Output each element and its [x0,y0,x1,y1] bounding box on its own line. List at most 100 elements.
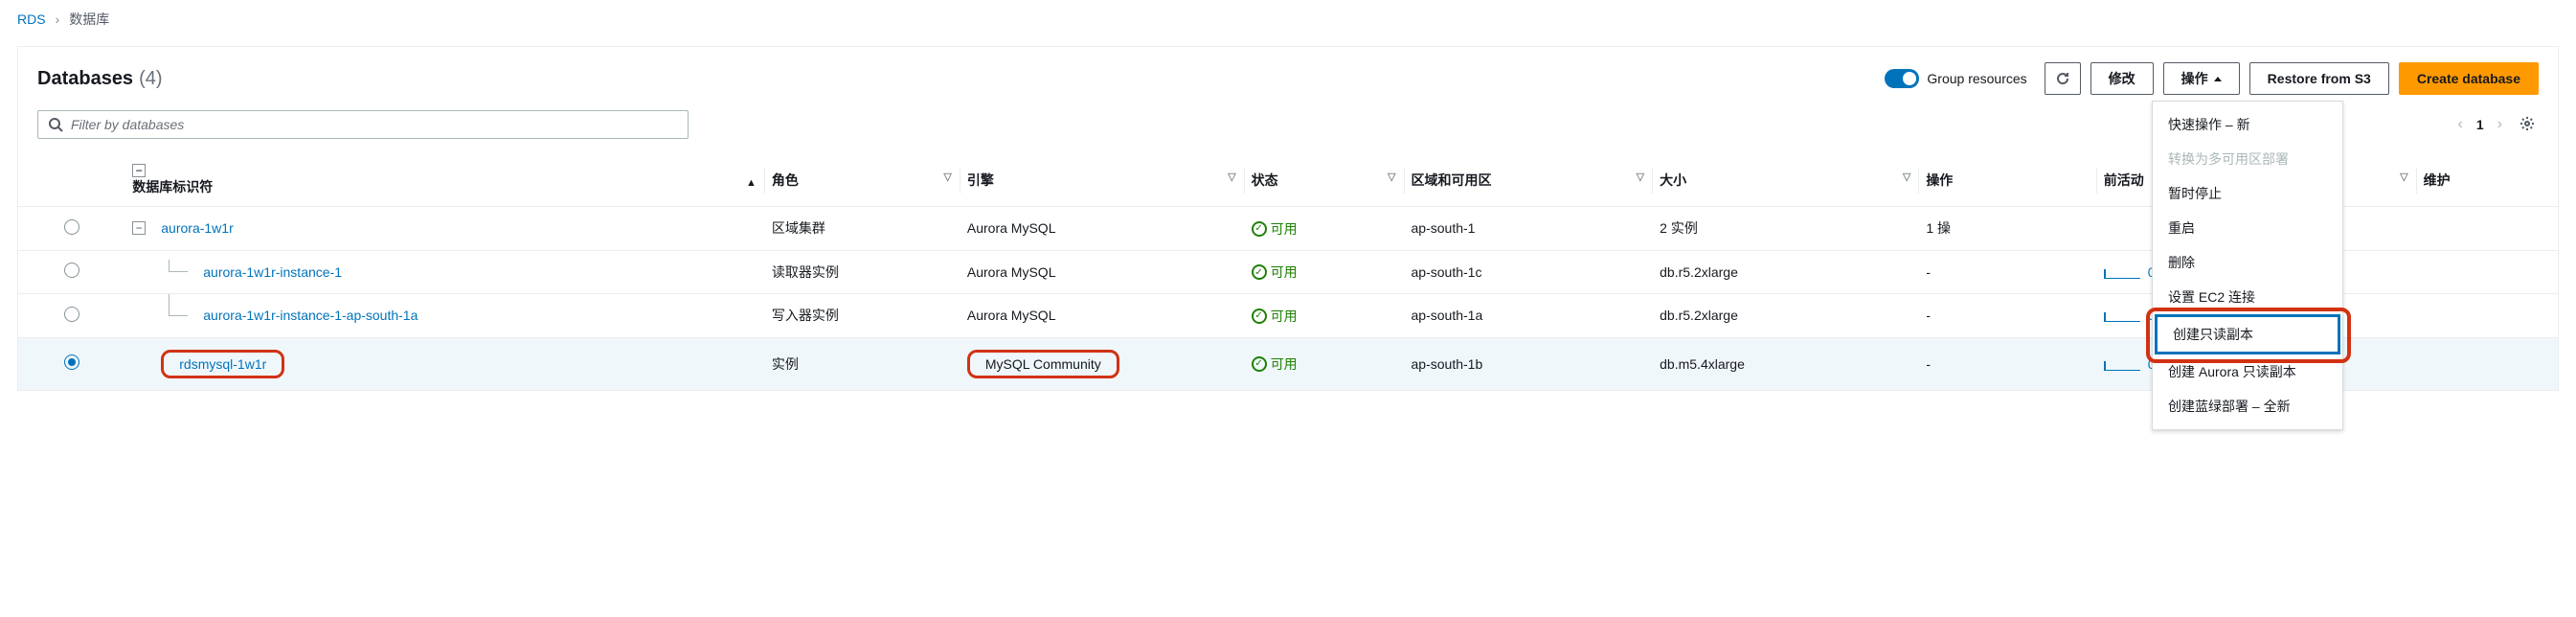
cell-engine: MySQL Community [960,337,1244,390]
sort-icon: ▽ [1388,171,1395,183]
pager: ‹ 1 › [2458,112,2539,138]
title-text: Databases [37,68,133,90]
settings-button[interactable] [2516,112,2539,138]
col-ops[interactable]: 操作 [1918,154,2095,207]
cell-role: 区域集群 [764,207,960,251]
col-status[interactable]: 状态▽ [1244,154,1404,207]
cell-role: 写入器实例 [764,294,960,338]
cell-maint [2416,337,2558,390]
spark-icon [2104,357,2140,371]
cell-role: 实例 [764,337,960,390]
group-resources-label: Group resources [1927,71,2026,86]
col-zone[interactable]: 区域和可用区▽ [1404,154,1653,207]
cell-ops: - [1918,294,2095,338]
dropdown-item[interactable]: 暂时停止 [2153,176,2342,211]
check-circle-icon: ✓ [1252,264,1267,280]
col-size[interactable]: 大小▽ [1652,154,1918,207]
sort-icon: ▽ [1637,171,1644,183]
db-link[interactable]: aurora-1w1r-instance-1 [203,264,342,280]
col-maint[interactable]: 维护 [2416,154,2558,207]
refresh-icon [2055,71,2070,86]
status-badge: ✓可用 [1252,219,1298,239]
create-database-button[interactable]: Create database [2399,62,2539,95]
col-id[interactable]: − 数据库标识符 ▲ [124,154,764,207]
spark-icon [2104,308,2140,322]
cell-engine: Aurora MySQL [960,207,1244,251]
status-badge: ✓可用 [1252,263,1298,282]
breadcrumb-current: 数据库 [69,10,109,29]
modify-button[interactable]: 修改 [2090,62,2154,95]
sort-icon: ▽ [1903,171,1910,183]
caret-up-icon [2214,77,2222,81]
dropdown-item[interactable]: 创建蓝绿部署 – 全新 [2153,389,2342,423]
sort-icon: ▽ [943,171,951,183]
cell-zone: ap-south-1 [1404,207,1653,251]
col-role[interactable]: 角色▽ [764,154,960,207]
filter-input-wrap[interactable] [37,110,689,139]
group-resources-toggle[interactable] [1885,69,1919,88]
col-engine[interactable]: 引擎▽ [960,154,1244,207]
cell-ops: - [1918,250,2095,294]
cell-maint [2416,207,2558,251]
status-badge: ✓可用 [1252,354,1298,374]
spark-icon [2104,265,2140,279]
cell-size: db.m5.4xlarge [1652,337,1918,390]
cell-ops: - [1918,337,2095,390]
chevron-right-icon: › [56,11,60,27]
select-radio[interactable] [64,354,79,370]
dropdown-item[interactable]: 删除 [2153,245,2342,280]
cell-zone: ap-south-1b [1404,337,1653,390]
db-link[interactable]: aurora-1w1r-instance-1-ap-south-1a [203,308,418,323]
cell-maint [2416,294,2558,338]
db-link[interactable]: aurora-1w1r [161,220,233,236]
collapse-all-icon[interactable]: − [132,164,146,177]
cell-role: 读取器实例 [764,250,960,294]
breadcrumb-root[interactable]: RDS [17,11,46,27]
sort-icon: ▽ [1228,171,1235,183]
check-circle-icon: ✓ [1252,221,1267,237]
dropdown-item[interactable]: 创建只读副本 [2155,314,2340,354]
expand-icon[interactable]: − [132,221,146,235]
refresh-button[interactable] [2045,62,2081,95]
select-radio[interactable] [64,263,79,278]
sort-icon: ▽ [2400,171,2407,183]
databases-panel: Databases (4) Group resources 修改 操作 Rest… [17,46,2559,391]
dropdown-item[interactable]: 重启 [2153,211,2342,245]
title-count: (4) [139,68,162,90]
cell-maint [2416,250,2558,294]
panel-header: Databases (4) Group resources 修改 操作 Rest… [18,47,2558,103]
col-select [18,154,124,207]
dropdown-item[interactable]: 创建 Aurora 只读副本 [2153,354,2342,389]
cell-ops: 1 操 [1918,207,2095,251]
dropdown-item[interactable]: 快速操作 – 新 [2153,107,2342,142]
cell-zone: ap-south-1a [1404,294,1653,338]
search-icon [48,117,63,132]
cell-zone: ap-south-1c [1404,250,1653,294]
restore-from-s3-button[interactable]: Restore from S3 [2249,62,2389,95]
sort-asc-icon: ▲ [746,177,757,189]
gear-icon [2520,116,2535,131]
breadcrumb: RDS › 数据库 [0,0,2576,38]
page-number: 1 [2476,117,2484,132]
cell-size: db.r5.2xlarge [1652,250,1918,294]
cell-engine: Aurora MySQL [960,250,1244,294]
filter-input[interactable] [71,117,678,132]
select-radio[interactable] [64,307,79,322]
page-prev-button[interactable]: ‹ [2458,116,2463,133]
page-next-button[interactable]: › [2497,116,2502,133]
check-circle-icon: ✓ [1252,356,1267,372]
db-link[interactable]: rdsmysql-1w1r [179,356,266,372]
cell-engine: Aurora MySQL [960,294,1244,338]
actions-dropdown: 快速操作 – 新转换为多可用区部署暂时停止重启删除设置 EC2 连接创建只读副本… [2152,101,2343,430]
actions-button[interactable]: 操作 [2163,62,2240,95]
dropdown-item: 转换为多可用区部署 [2153,142,2342,176]
actions-label: 操作 [2181,69,2208,88]
dropdown-item[interactable]: 设置 EC2 连接 [2153,280,2342,314]
page-title: Databases (4) [37,68,1875,90]
cell-size: 2 实例 [1652,207,1918,251]
select-radio[interactable] [64,219,79,235]
group-resources-toggle-wrap: Group resources [1885,69,2026,88]
check-circle-icon: ✓ [1252,308,1267,324]
cell-size: db.r5.2xlarge [1652,294,1918,338]
status-badge: ✓可用 [1252,307,1298,326]
